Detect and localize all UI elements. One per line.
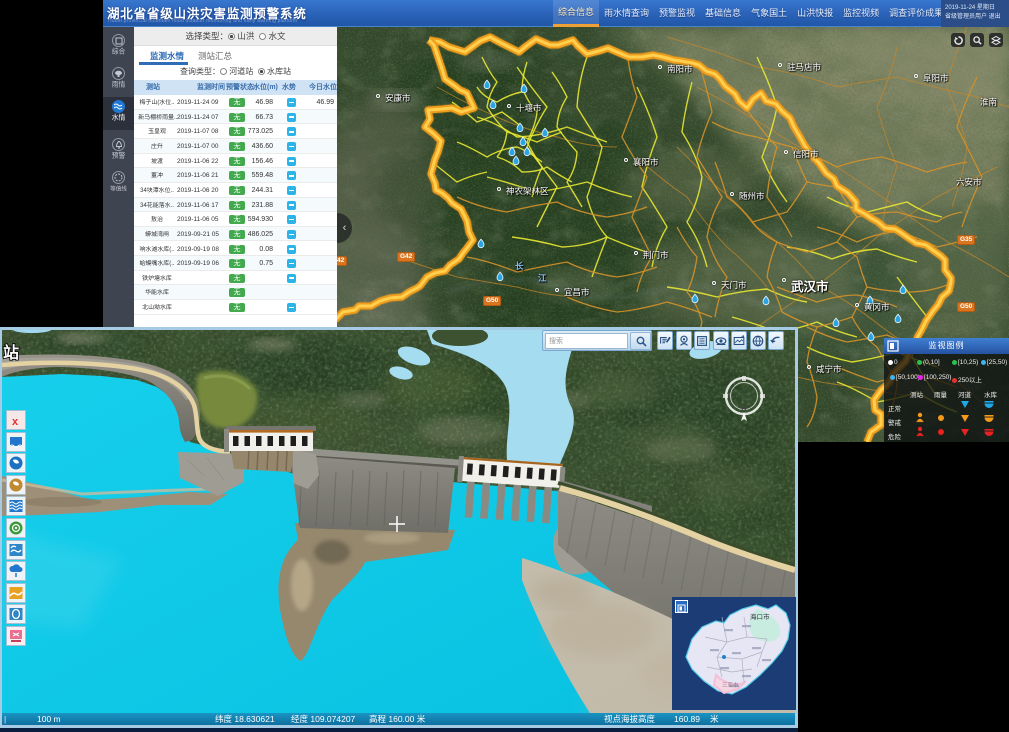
svg-text:站: 站 bbox=[3, 343, 19, 362]
svg-text:三亚市: 三亚市 bbox=[722, 681, 739, 689]
svg-text:N: N bbox=[742, 405, 747, 412]
svg-text:x: x bbox=[12, 416, 19, 428]
svg-text:海口市: 海口市 bbox=[750, 612, 770, 621]
